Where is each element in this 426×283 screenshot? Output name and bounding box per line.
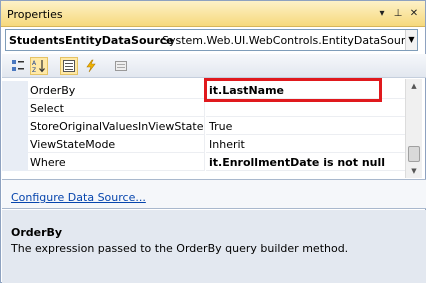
property-name: Select xyxy=(28,99,205,117)
lightning-icon xyxy=(86,59,96,73)
orderby-highlight-box xyxy=(204,78,382,102)
object-type: System.Web.UI.WebControls.EntityDataSour… xyxy=(162,34,406,47)
properties-button[interactable] xyxy=(60,57,78,75)
row-gutter xyxy=(2,153,28,171)
close-icon[interactable]: ✕ xyxy=(407,7,421,21)
dropdown-icon[interactable]: ▾ xyxy=(375,7,389,21)
title-bar[interactable]: Properties ▾ ⊥ ✕ xyxy=(1,1,425,27)
property-name: ViewStateMode xyxy=(28,135,205,153)
chevron-down-icon[interactable]: ▼ xyxy=(405,30,417,50)
property-name: Where xyxy=(28,153,205,171)
window-title: Properties xyxy=(7,8,63,21)
svg-text:Z: Z xyxy=(32,67,36,73)
properties-toolbar: A Z xyxy=(2,54,426,78)
property-name: OrderBy xyxy=(28,81,205,99)
property-value[interactable]: Inherit xyxy=(206,135,405,153)
svg-text:A: A xyxy=(32,60,37,67)
property-value[interactable]: it.EnrollmentDate is not null xyxy=(206,153,405,171)
description-title: OrderBy xyxy=(11,226,63,239)
row-gutter xyxy=(2,81,28,99)
property-row-viewstatemode[interactable]: ViewStateMode Inherit xyxy=(2,135,405,153)
events-button[interactable] xyxy=(82,57,100,75)
description-pane: OrderBy The expression passed to the Ord… xyxy=(2,210,426,283)
row-gutter xyxy=(2,117,28,135)
description-text: The expression passed to the OrderBy que… xyxy=(11,242,349,255)
object-name: StudentsEntityDataSource xyxy=(9,34,174,47)
properties-window: Properties ▾ ⊥ ✕ StudentsEntityDataSourc… xyxy=(0,0,426,283)
scroll-thumb[interactable] xyxy=(408,146,420,162)
scroll-down-icon[interactable]: ▼ xyxy=(406,164,422,178)
object-selector[interactable]: StudentsEntityDataSource System.Web.UI.W… xyxy=(5,29,418,51)
configure-data-source-link[interactable]: Configure Data Source... xyxy=(11,191,146,204)
properties-icon xyxy=(63,60,75,72)
vertical-scrollbar[interactable]: ▲ ▼ xyxy=(405,79,422,178)
categorized-icon xyxy=(12,60,24,71)
property-pages-button[interactable] xyxy=(112,57,130,75)
property-row-where[interactable]: Where it.EnrollmentDate is not null xyxy=(2,153,405,171)
commands-pane: Configure Data Source... xyxy=(2,179,426,209)
categorized-button[interactable] xyxy=(9,57,27,75)
row-gutter xyxy=(2,99,28,117)
property-row-storeoriginalvalues[interactable]: StoreOriginalValuesInViewState True xyxy=(2,117,405,135)
property-value[interactable]: True xyxy=(206,117,405,135)
alphabetical-icon: A Z xyxy=(32,60,45,73)
alphabetical-button[interactable]: A Z xyxy=(30,57,48,75)
row-gutter xyxy=(2,135,28,153)
property-name: StoreOriginalValuesInViewState xyxy=(28,117,205,135)
scroll-up-icon[interactable]: ▲ xyxy=(406,79,422,93)
pin-icon[interactable]: ⊥ xyxy=(391,7,405,21)
property-pages-icon xyxy=(115,61,127,71)
